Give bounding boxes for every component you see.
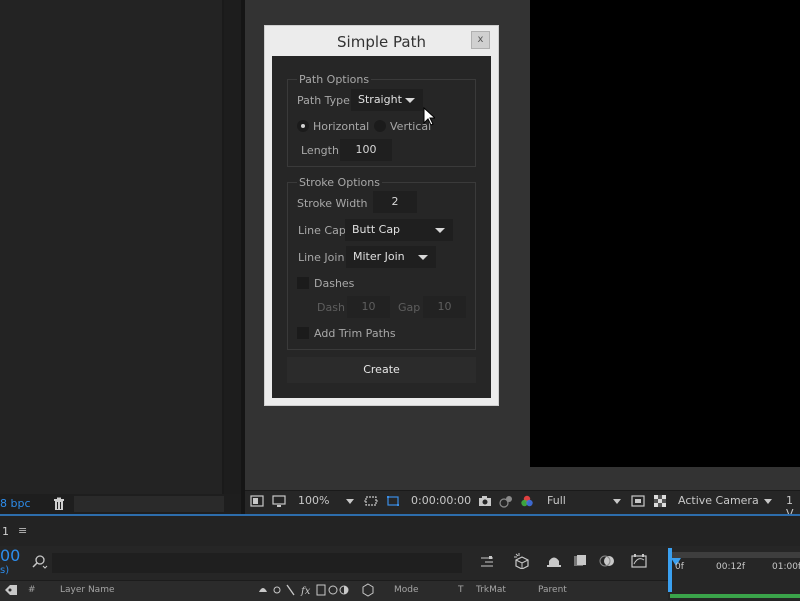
bit-depth-button[interactable]: 8 bpc — [0, 497, 31, 510]
layer-search-input[interactable] — [52, 553, 462, 573]
line-join-value: Miter Join — [353, 250, 405, 263]
trash-icon[interactable] — [52, 497, 66, 511]
path-type-label: Path Type — [297, 94, 350, 107]
dash-label: Dash — [317, 301, 345, 314]
color-channels-icon[interactable] — [520, 494, 534, 508]
length-input[interactable]: 100 — [340, 139, 392, 161]
ruler-mark-start: 0f — [675, 562, 684, 572]
timeline-tab-bar — [0, 516, 800, 546]
line-cap-value: Butt Cap — [352, 223, 401, 236]
column-layer-name[interactable]: Layer Name — [60, 585, 115, 595]
length-label: Length — [301, 144, 339, 157]
stroke-width-input[interactable]: 2 — [373, 191, 417, 213]
line-join-dropdown[interactable]: Miter Join — [346, 246, 436, 268]
current-timecode[interactable]: 0:00:00:00 — [411, 494, 471, 507]
dashes-label[interactable]: Dashes — [314, 277, 354, 290]
mask-visibility-icon[interactable] — [386, 494, 400, 508]
comp-mini-flowchart-icon[interactable] — [479, 555, 495, 569]
search-icon[interactable] — [32, 555, 48, 569]
work-area-bar[interactable] — [670, 552, 800, 558]
zoom-value[interactable]: 100% — [298, 494, 329, 507]
path-options-title: Path Options — [297, 73, 372, 86]
label-tag-icon[interactable] — [4, 584, 18, 596]
mouse-cursor-icon — [423, 107, 435, 126]
transparency-grid-icon[interactable] — [653, 494, 667, 508]
project-panel — [0, 0, 222, 496]
timeline-tab[interactable]: 1 — [2, 525, 9, 538]
panel-gutter — [224, 0, 241, 515]
layer-duration-bar[interactable] — [670, 594, 800, 598]
always-preview-icon[interactable] — [250, 494, 264, 508]
dashes-checkbox[interactable] — [297, 277, 309, 289]
trim-paths-checkbox[interactable] — [297, 327, 309, 339]
gap-input[interactable]: 10 — [423, 296, 466, 318]
trim-paths-label[interactable]: Add Trim Paths — [314, 327, 396, 340]
3d-layer-icon[interactable] — [361, 583, 375, 597]
column-number: # — [28, 585, 36, 595]
radio-horizontal-label[interactable]: Horizontal — [313, 120, 369, 133]
dialog-title: Simple Path — [337, 33, 426, 51]
fast-previews-icon[interactable] — [631, 494, 645, 508]
composition-canvas[interactable] — [530, 0, 800, 467]
column-trkmat[interactable]: TrkMat — [476, 585, 506, 595]
dash-input[interactable]: 10 — [347, 296, 390, 318]
stroke-options-title: Stroke Options — [297, 176, 382, 189]
gap-label: Gap — [398, 301, 421, 314]
stroke-width-label: Stroke Width — [297, 197, 368, 210]
camera-view-value[interactable]: Active Camera — [678, 494, 759, 507]
column-parent[interactable]: Parent — [538, 585, 567, 595]
column-preserve-transparency[interactable]: T — [458, 585, 464, 595]
hide-shy-layers-icon[interactable] — [546, 554, 562, 568]
ruler-mark-12f: 00:12f — [716, 562, 746, 572]
path-type-dropdown[interactable]: Straight — [351, 89, 423, 111]
graph-editor-icon[interactable] — [631, 554, 647, 568]
camera-dropdown-arrow[interactable] — [764, 499, 772, 504]
chevron-down-icon — [418, 255, 428, 260]
close-button[interactable]: x — [471, 31, 490, 49]
timeline-current-time[interactable]: 00 — [0, 546, 20, 565]
svg-text:fx: fx — [300, 586, 311, 597]
zoom-dropdown-arrow[interactable] — [346, 499, 354, 504]
resolution-value[interactable]: Full — [547, 494, 566, 507]
resolution-dropdown-arrow[interactable] — [613, 499, 621, 504]
chevron-down-icon — [405, 98, 415, 103]
line-join-label: Line Join — [298, 251, 345, 264]
timeline-frame-info: s) — [0, 565, 10, 576]
draft-3d-icon[interactable] — [513, 553, 531, 569]
layer-switches-icon[interactable]: fx — [256, 583, 352, 597]
path-type-value: Straight — [358, 93, 402, 106]
playhead-handle[interactable] — [668, 548, 672, 592]
panel-menu-icon[interactable]: ≡ — [18, 524, 27, 537]
project-footer-field — [74, 496, 224, 512]
region-of-interest-icon[interactable] — [364, 494, 378, 508]
frame-blending-icon[interactable] — [572, 554, 588, 568]
create-button[interactable]: Create — [287, 357, 476, 383]
ruler-mark-1s: 01:00f — [772, 562, 800, 572]
show-snapshot-icon[interactable] — [499, 494, 513, 508]
line-cap-label: Line Cap — [298, 224, 346, 237]
camera-snapshot-icon[interactable] — [478, 494, 492, 508]
radio-vertical[interactable] — [374, 120, 386, 132]
radio-horizontal[interactable] — [297, 120, 309, 132]
line-cap-dropdown[interactable]: Butt Cap — [345, 219, 453, 241]
chevron-down-icon — [435, 228, 445, 233]
motion-blur-icon[interactable] — [599, 554, 615, 568]
monitor-icon[interactable] — [272, 494, 286, 508]
column-mode[interactable]: Mode — [394, 585, 419, 595]
